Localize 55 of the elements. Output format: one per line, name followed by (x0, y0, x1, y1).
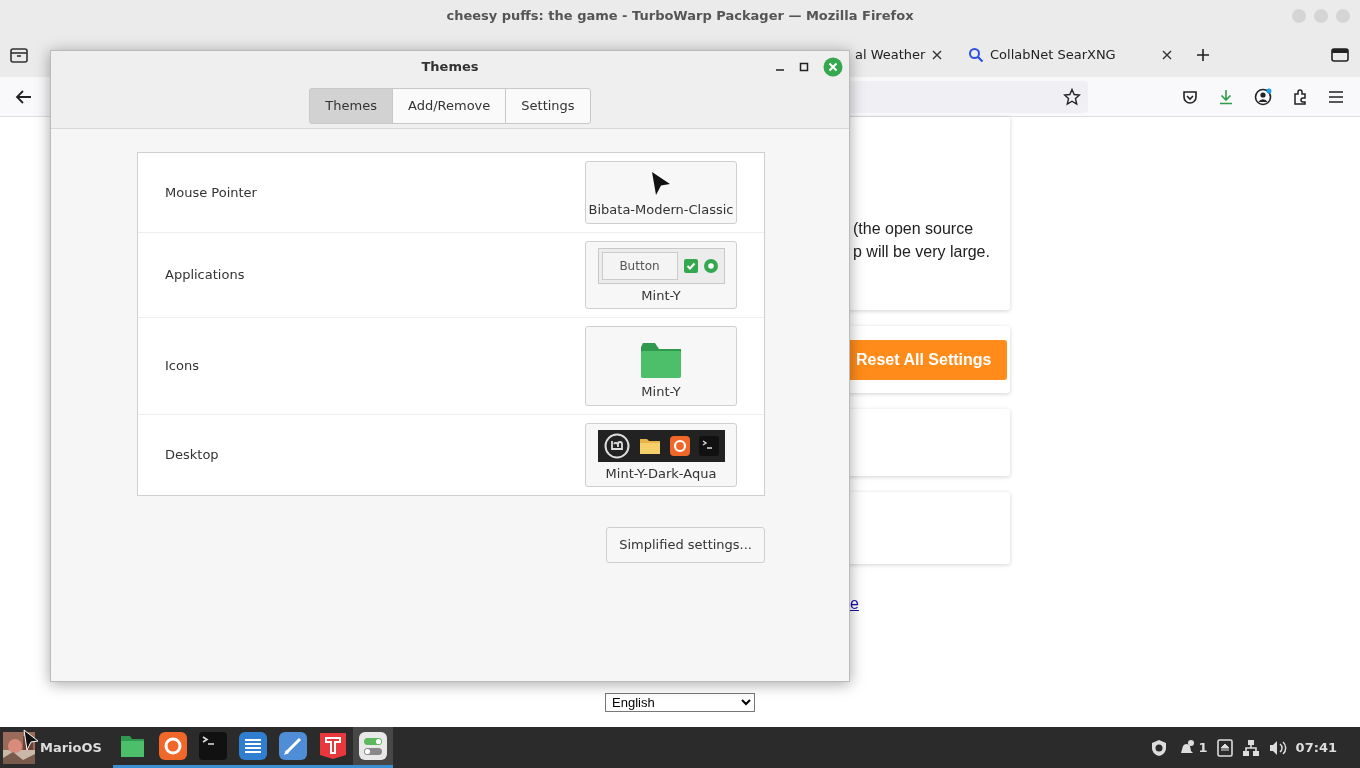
folder-icon (640, 341, 682, 379)
dialog-tab[interactable]: Add/Remove (392, 88, 507, 124)
simplified-settings-button[interactable]: Simplified settings... (606, 527, 765, 563)
toggle-switches-icon[interactable] (357, 730, 389, 762)
back-icon[interactable] (15, 88, 33, 105)
account-icon[interactable] (1254, 87, 1272, 106)
row-label: Desktop (165, 446, 219, 464)
folder-icon (638, 436, 661, 455)
tab-list-icon[interactable] (1331, 46, 1349, 63)
pocket-icon[interactable] (1182, 88, 1198, 105)
checkbox-icon (683, 258, 698, 273)
typing-app-icon[interactable] (317, 730, 349, 762)
row-label: Applications (165, 266, 245, 284)
menu-icon[interactable] (1328, 89, 1344, 104)
shield-icon[interactable] (1149, 738, 1168, 757)
language-select[interactable]: English (605, 693, 755, 712)
notification-count: 1 (1198, 738, 1208, 757)
search-icon (968, 46, 984, 63)
browser-tab[interactable]: al Weather (855, 36, 950, 73)
row-label: Icons (165, 357, 199, 375)
terminal-icon (698, 435, 719, 456)
browser-icon (669, 435, 690, 456)
cursor-icon (23, 729, 39, 751)
download-icon[interactable] (1218, 88, 1234, 105)
theme-button[interactable]: Mint-Y-Dark-Aqua (585, 422, 737, 487)
sample-button: Button (601, 251, 678, 280)
dialog-tab[interactable]: Themes (309, 88, 393, 124)
theme-button[interactable]: Mint-Y (585, 326, 737, 406)
star-icon[interactable] (1063, 87, 1081, 106)
radio-icon (703, 258, 718, 273)
text-editor-icon[interactable] (237, 730, 269, 762)
window-title: cheesy puffs: the game - TurboWarp Packager — Mozilla Firefox (446, 7, 914, 26)
browser-tab[interactable]: CollabNet SearXNG (960, 36, 1180, 73)
new-tab-icon[interactable] (1196, 47, 1210, 62)
dialog-tab[interactable]: Settings (505, 88, 591, 124)
volume-icon[interactable] (1268, 739, 1287, 756)
extensions-icon[interactable] (1292, 88, 1308, 105)
browser-icon[interactable] (157, 730, 189, 762)
close-icon[interactable] (932, 49, 942, 60)
row-label: Mouse Pointer (165, 183, 257, 202)
eject-icon[interactable] (1216, 738, 1233, 757)
taskbar-app[interactable] (353, 727, 393, 768)
clock: 07:41 (1295, 738, 1337, 757)
network-icon[interactable] (1241, 738, 1260, 757)
terminal-icon[interactable] (197, 730, 229, 762)
link[interactable]: e (850, 592, 859, 616)
dialog-title: Themes (421, 58, 479, 77)
theme-button[interactable]: Button Mint-Y (585, 240, 737, 309)
pencil-icon[interactable] (277, 730, 309, 762)
paragraph: (the open source p will be very large. (853, 219, 991, 262)
close-icon[interactable] (1162, 49, 1172, 60)
theme-button[interactable]: Bibata-Modern-Classic (585, 161, 737, 224)
mint-logo-icon (603, 432, 630, 459)
maximize-icon[interactable] (799, 62, 809, 72)
firefox-view-icon[interactable] (9, 45, 29, 64)
